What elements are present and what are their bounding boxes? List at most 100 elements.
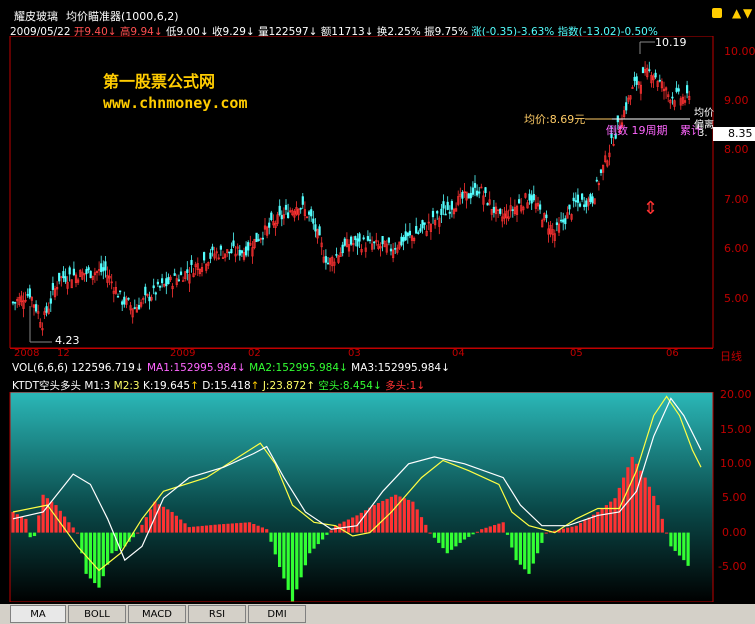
double-arrow-icon[interactable]: ⇕ — [643, 200, 658, 218]
osc-bar — [286, 532, 290, 590]
candle-body — [517, 199, 521, 204]
candle-body — [121, 301, 124, 305]
kd-j: J:23.872 — [262, 380, 307, 392]
candle-body — [444, 213, 447, 216]
osc-bar — [88, 532, 92, 579]
candle-body — [415, 226, 418, 234]
osc-bar — [84, 532, 88, 574]
osc-bar — [174, 515, 178, 533]
candle-body — [307, 211, 311, 215]
candle-body — [167, 277, 170, 285]
candle-body — [475, 190, 479, 196]
candle-body — [354, 236, 357, 241]
osc-bar — [389, 496, 393, 533]
osc-bar — [394, 494, 398, 533]
candle-body — [484, 187, 487, 194]
candle-body — [578, 203, 582, 207]
osc-bar — [204, 525, 209, 533]
date-label: 12 — [57, 348, 70, 359]
osc-bar — [144, 517, 148, 533]
osc-bar — [226, 523, 230, 533]
candle-body — [446, 201, 449, 210]
candle-body — [641, 67, 645, 74]
osc-bar — [200, 525, 204, 533]
watermark-title: 第一股票公式网 — [103, 72, 216, 91]
vol-name[interactable]: VOL(6,6,6) — [12, 362, 68, 374]
candle-body — [137, 304, 141, 310]
candle-body — [228, 251, 231, 254]
osc-bar — [523, 532, 527, 570]
candle-body — [133, 307, 136, 309]
candle-body — [576, 194, 579, 203]
osc-bar — [260, 527, 264, 533]
oscillator-chart[interactable] — [0, 392, 755, 602]
osc-bar — [196, 526, 200, 533]
osc-bar — [570, 526, 574, 533]
tab-rsi[interactable]: RSI — [188, 605, 246, 623]
candle-body — [528, 193, 531, 201]
osc-bar — [213, 524, 217, 533]
osc-bar — [407, 499, 411, 533]
candle-body — [268, 222, 271, 228]
candle-body — [574, 200, 577, 203]
price-tick: 8.00 — [724, 143, 749, 156]
candle-body — [186, 269, 189, 273]
osc-bar — [41, 494, 45, 533]
candle-body — [572, 197, 575, 202]
candle-body — [599, 169, 603, 173]
osc-bar — [458, 532, 462, 543]
candle-body — [366, 236, 370, 241]
candle-body — [381, 236, 384, 245]
osc-bar — [665, 532, 669, 534]
candle-body — [467, 193, 470, 199]
osc-bar — [643, 477, 647, 533]
stock-title[interactable]: 耀皮玻璃 — [14, 8, 58, 24]
osc-bar — [256, 525, 260, 533]
candle-body — [402, 237, 405, 242]
candle-body — [335, 254, 338, 256]
candle-body — [119, 290, 122, 293]
candle-body — [469, 192, 472, 199]
candle-body — [595, 179, 598, 182]
indicator-name[interactable]: 均价瞄准器(1000,6,2) — [66, 8, 179, 24]
date-label: 06 — [666, 348, 679, 359]
kd-name[interactable]: KTDT空头多头 — [12, 380, 81, 392]
osc-bar — [656, 505, 660, 533]
candle-body — [247, 242, 250, 251]
kd-m2: M2:3 — [113, 380, 140, 392]
current-price-tag: 8.35 — [728, 127, 753, 140]
period-label[interactable]: 日线 — [720, 348, 742, 364]
osc-bar — [37, 515, 41, 533]
tab-dmi[interactable]: DMI — [248, 605, 306, 623]
candle-body — [182, 280, 185, 282]
high-price-label: 10.19 — [655, 36, 687, 49]
osc-bar — [308, 532, 312, 554]
osc-bar — [140, 524, 144, 533]
osc-bar — [247, 522, 252, 533]
osc-bar — [299, 532, 303, 578]
osc-bar — [475, 531, 479, 533]
price-tick: 10.00 — [724, 45, 755, 58]
candle-body — [85, 269, 88, 274]
up-arrow-icon[interactable]: ▲ — [732, 6, 741, 20]
candle-body — [343, 238, 346, 246]
tab-boll[interactable]: BOLL — [68, 605, 126, 623]
candle-body — [72, 268, 75, 276]
candle-body — [404, 231, 407, 241]
average-price-label: 均价:8.69元 — [524, 113, 586, 126]
candle-body — [211, 246, 214, 251]
osc-bar — [243, 522, 247, 533]
osc-bar — [600, 508, 604, 533]
deviation-value: 3. — [698, 128, 708, 139]
tab-macd[interactable]: MACD — [128, 605, 186, 623]
down-arrow-icon[interactable]: ▼ — [743, 6, 752, 20]
settings-icon[interactable] — [712, 8, 722, 18]
tab-ma[interactable]: MA — [10, 605, 66, 623]
osc-bar — [686, 532, 690, 566]
osc-bar — [544, 532, 548, 534]
candle-body — [461, 192, 464, 199]
osc-bar — [230, 523, 234, 533]
osc-bar — [179, 519, 183, 533]
osc-bar — [290, 532, 295, 602]
osc-bar — [67, 522, 71, 533]
